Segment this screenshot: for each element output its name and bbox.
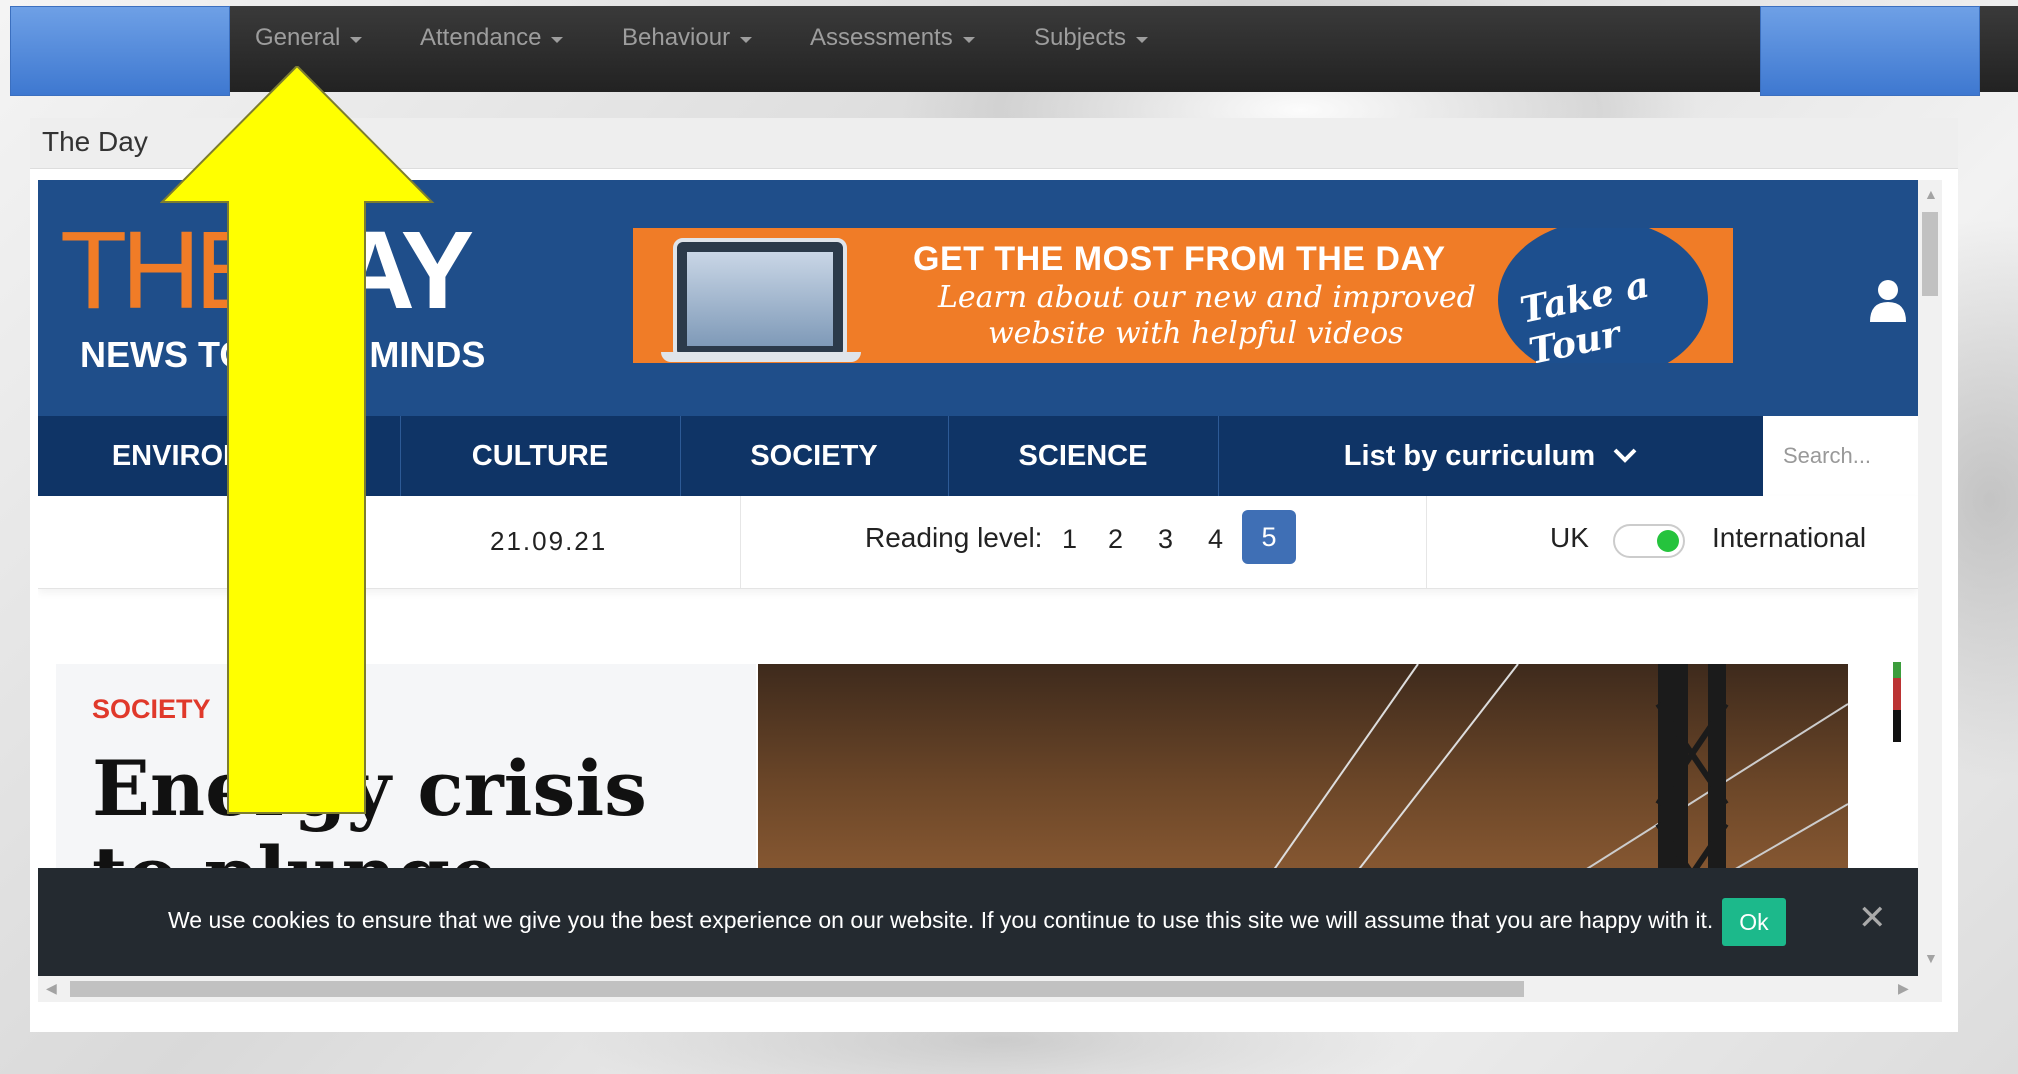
nav-attendance[interactable]: Attendance bbox=[420, 24, 564, 52]
vertical-scrollbar[interactable]: ▲ ▼ bbox=[1918, 180, 1942, 976]
caret-down-icon bbox=[551, 36, 564, 43]
reading-level-5-selected[interactable]: 5 bbox=[1242, 510, 1296, 564]
cookie-ok-button[interactable]: Ok bbox=[1722, 898, 1786, 946]
issue-date: 21.09.21 bbox=[490, 526, 608, 556]
nav-subjects[interactable]: Subjects bbox=[1034, 24, 1149, 52]
search-input[interactable]: Search... bbox=[1763, 416, 1918, 496]
laptop-icon bbox=[673, 238, 847, 360]
reading-level-3[interactable]: 3 bbox=[1158, 524, 1173, 555]
search-placeholder: Search... bbox=[1783, 443, 1872, 468]
vertical-scroll-thumb[interactable] bbox=[1922, 212, 1938, 296]
caret-down-icon bbox=[350, 36, 363, 43]
toggle-knob bbox=[1657, 530, 1679, 552]
promo-banner[interactable]: GET THE MOST FROM THE DAY Learn about ou… bbox=[633, 228, 1733, 363]
banner-heading: GET THE MOST FROM THE DAY bbox=[913, 240, 1446, 278]
cat-society[interactable]: SOCIETY bbox=[680, 416, 949, 496]
laptop-base bbox=[661, 352, 861, 362]
navbar-right-block bbox=[1760, 6, 1980, 96]
scroll-down-icon[interactable]: ▼ bbox=[1924, 950, 1938, 966]
divider bbox=[740, 496, 741, 588]
nav-assessments-label: Assessments bbox=[810, 24, 953, 51]
scroll-up-icon[interactable]: ▲ bbox=[1924, 186, 1938, 202]
horizontal-scroll-thumb[interactable] bbox=[70, 981, 1524, 997]
nav-behaviour-label: Behaviour bbox=[622, 24, 731, 51]
cat-science[interactable]: SCIENCE bbox=[948, 416, 1219, 496]
side-thumbnail-strip bbox=[1893, 662, 1901, 742]
reading-level-1[interactable]: 1 bbox=[1062, 524, 1077, 555]
chevron-down-icon bbox=[1613, 448, 1637, 463]
reading-level-2[interactable]: 2 bbox=[1108, 524, 1123, 555]
region-uk-label[interactable]: UK bbox=[1550, 522, 1589, 554]
horizontal-scrollbar[interactable]: ◀ ▶ bbox=[38, 976, 1942, 1002]
list-by-curriculum-dropdown[interactable]: List by curriculum bbox=[1218, 416, 1763, 496]
banner-line1: Learn about our new and improved bbox=[938, 280, 1476, 315]
caret-down-icon bbox=[740, 36, 753, 43]
region-international-label[interactable]: International bbox=[1712, 522, 1866, 554]
caret-down-icon bbox=[962, 36, 975, 43]
reading-level-label: Reading level: bbox=[865, 522, 1043, 553]
cat-culture-label: CULTURE bbox=[471, 439, 609, 472]
nav-general-label: General bbox=[255, 24, 341, 51]
panel-title: The Day bbox=[42, 126, 148, 157]
annotation-arrow-icon bbox=[160, 66, 435, 814]
divider bbox=[1426, 496, 1427, 588]
banner-line2: website with helpful videos bbox=[988, 316, 1404, 351]
nav-assessments[interactable]: Assessments bbox=[810, 24, 975, 52]
nav-attendance-label: Attendance bbox=[420, 24, 542, 51]
region-toggle[interactable] bbox=[1613, 524, 1685, 558]
cat-culture[interactable]: CULTURE bbox=[400, 416, 681, 496]
nav-general[interactable]: General bbox=[255, 24, 363, 52]
cookie-text: We use cookies to ensure that we give yo… bbox=[168, 907, 1714, 933]
cookie-banner: We use cookies to ensure that we give yo… bbox=[38, 868, 1918, 976]
cat-science-label: SCIENCE bbox=[1018, 439, 1148, 472]
scroll-left-icon[interactable]: ◀ bbox=[46, 980, 57, 997]
close-icon[interactable]: ✕ bbox=[1858, 898, 1887, 938]
nav-behaviour[interactable]: Behaviour bbox=[622, 24, 753, 52]
list-by-curriculum-label: List by curriculum bbox=[1343, 439, 1596, 472]
reading-level-4[interactable]: 4 bbox=[1208, 524, 1223, 555]
scroll-right-icon[interactable]: ▶ bbox=[1898, 980, 1909, 997]
cat-society-label: SOCIETY bbox=[750, 439, 878, 472]
nav-subjects-label: Subjects bbox=[1034, 24, 1127, 51]
user-icon[interactable] bbox=[1868, 278, 1908, 322]
caret-down-icon bbox=[1136, 36, 1149, 43]
